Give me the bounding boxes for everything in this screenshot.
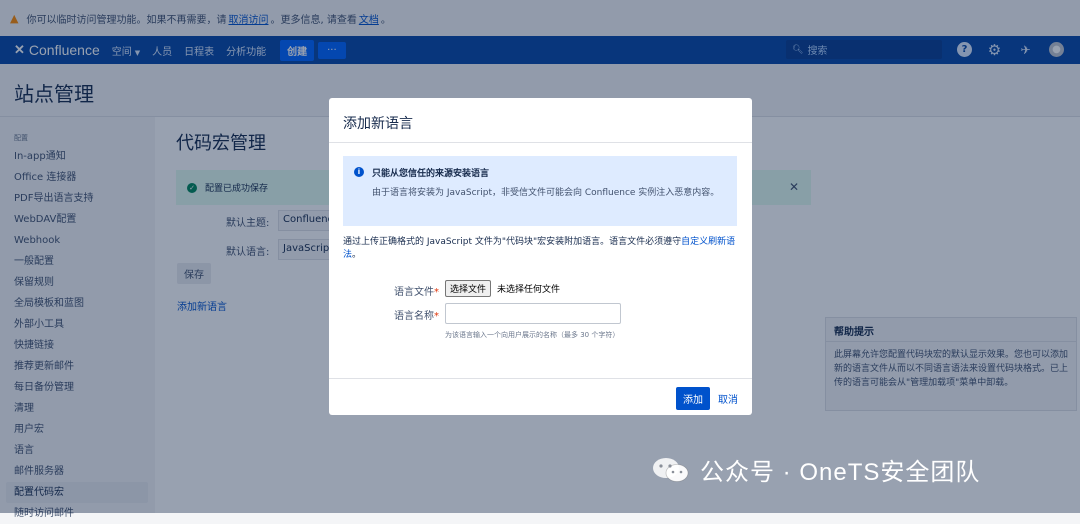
dialog-description: 通过上传正确格式的 JavaScript 文件为"代码块"宏安装附加语言。语言文…: [343, 236, 741, 262]
info-message: i 只能从您信任的来源安装语言 由于语言将安装为 JavaScript，非受信文…: [343, 156, 737, 226]
wechat-icon: [653, 457, 689, 482]
choose-file-button[interactable]: 选择文件: [445, 280, 492, 297]
language-file-label: 语言文件*: [329, 283, 439, 298]
dialog-divider-top: [329, 142, 752, 143]
cancel-link[interactable]: 取消: [718, 391, 738, 406]
file-status: 未选择任何文件: [497, 285, 561, 295]
required-marker: *: [434, 311, 439, 322]
language-name-hint: 为该语言输入一个向用户展示的名称（最多 30 个字符）: [445, 331, 620, 339]
watermark: 公众号 · OneTS安全团队: [652, 452, 980, 487]
language-name-label: 语言名称*: [329, 307, 439, 322]
language-name-input[interactable]: [445, 303, 621, 324]
language-name-label-text: 语言名称: [394, 311, 434, 322]
dialog-divider-bottom: [329, 378, 752, 379]
description-end: 。: [352, 250, 362, 260]
language-file-label-text: 语言文件: [394, 287, 434, 298]
dialog-title: 添加新语言: [343, 116, 413, 132]
required-marker: *: [434, 287, 439, 298]
add-language-dialog: 添加新语言 i 只能从您信任的来源安装语言 由于语言将安装为 JavaScrip…: [329, 98, 752, 415]
description-text: 通过上传正确格式的 JavaScript 文件为"代码块"宏安装附加语言。语言文…: [343, 237, 682, 247]
info-icon: i: [354, 167, 364, 177]
watermark-text: 公众号 · OneTS安全团队: [700, 459, 981, 486]
info-body: 由于语言将安装为 JavaScript，非受信文件可能会向 Confluence…: [372, 188, 720, 198]
info-title: 只能从您信任的来源安装语言: [372, 169, 490, 179]
add-button[interactable]: 添加: [676, 387, 710, 410]
